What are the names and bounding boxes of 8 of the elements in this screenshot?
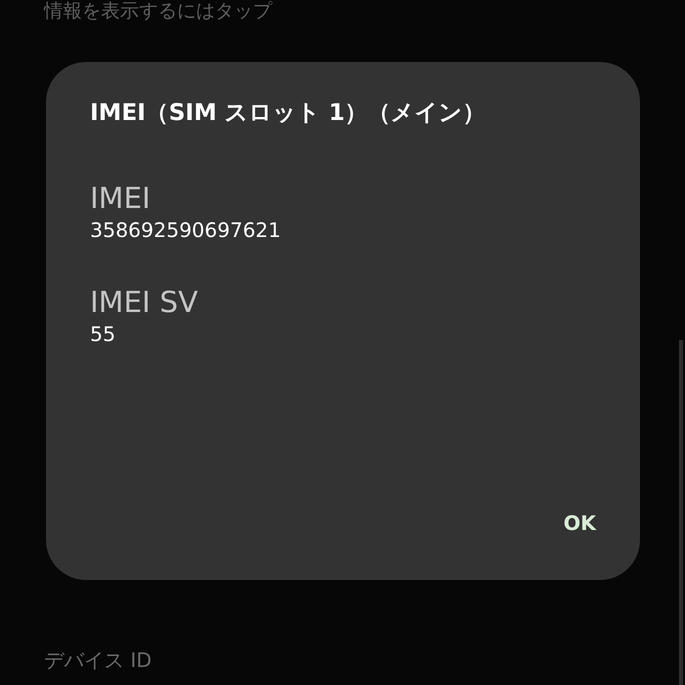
setting-label[interactable]: デバイス ID	[44, 645, 152, 675]
ok-button[interactable]: OK	[550, 502, 610, 544]
field-label: IMEI	[90, 180, 150, 216]
field-value: 55	[90, 321, 116, 348]
hint-text: 情報を表示するにはタップ	[44, 0, 272, 22]
dialog-title: IMEI（SIM スロット 1）（メイン）	[90, 99, 486, 128]
field-value: 358692590697621	[90, 217, 281, 244]
field-label: IMEI SV	[90, 284, 198, 320]
